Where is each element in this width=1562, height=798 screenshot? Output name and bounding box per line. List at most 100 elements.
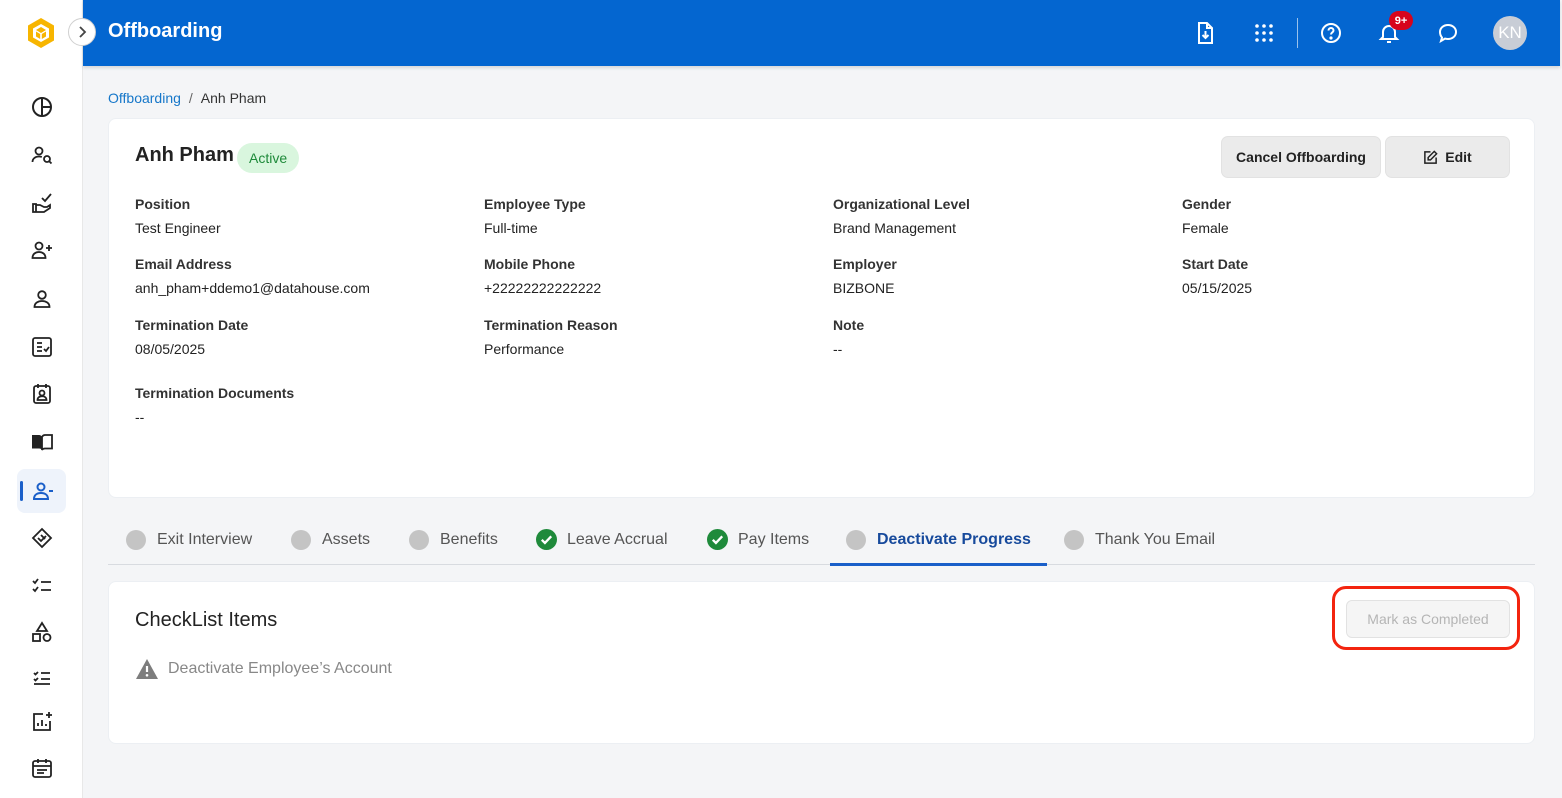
edit-button[interactable]: Edit xyxy=(1385,136,1510,178)
user-avatar[interactable]: KN xyxy=(1493,16,1527,50)
employee-info-card: Anh Pham Active Cancel Offboarding Edit … xyxy=(108,118,1535,498)
field-termination-documents: Termination Documents -- xyxy=(135,385,294,425)
breadcrumb: Offboarding / Anh Pham xyxy=(108,90,266,106)
tab-deactivate-progress[interactable]: Deactivate Progress xyxy=(830,514,1047,566)
nav-contact-card[interactable] xyxy=(17,372,66,416)
top-header: Offboarding 9+ KN xyxy=(83,0,1560,66)
pending-status-icon xyxy=(409,529,429,550)
tab-label: Exit Interview xyxy=(157,530,253,548)
field-value: Brand Management xyxy=(833,220,956,236)
field-value: Female xyxy=(1182,220,1229,236)
contact-card-icon xyxy=(32,384,51,404)
nav-checklist-doc[interactable] xyxy=(17,325,66,369)
tab-benefits[interactable]: Benefits xyxy=(409,514,498,565)
nav-user-plus[interactable] xyxy=(17,228,66,272)
field-position: Position Test Engineer xyxy=(135,196,221,236)
field-label: Gender xyxy=(1182,196,1232,212)
nav-report-add[interactable] xyxy=(17,700,66,744)
nav-hand-check[interactable] xyxy=(17,181,66,225)
chat-icon xyxy=(1438,23,1458,44)
nav-handshake[interactable] xyxy=(17,516,66,560)
field-note: Note -- xyxy=(833,317,864,357)
pending-status-icon xyxy=(291,529,311,550)
nav-calendar[interactable] xyxy=(17,746,66,790)
notification-badge: 9+ xyxy=(1389,11,1413,30)
breadcrumb-current: Anh Pham xyxy=(200,90,267,106)
field-value: 08/05/2025 xyxy=(135,341,206,357)
field-value: -- xyxy=(135,409,145,425)
pending-status-icon xyxy=(846,529,866,550)
tab-label: Pay Items xyxy=(738,530,810,548)
field-value: -- xyxy=(833,341,843,357)
user-icon xyxy=(33,290,50,308)
tab-label: Leave Accrual xyxy=(567,530,668,548)
chevron-right-icon xyxy=(79,26,87,38)
field-label: Employee Type xyxy=(484,196,586,212)
field-value: Performance xyxy=(484,341,565,357)
field-value: Test Engineer xyxy=(135,220,221,236)
checklist-icon xyxy=(31,578,51,593)
nav-user-search[interactable] xyxy=(17,133,66,177)
tab-assets[interactable]: Assets xyxy=(291,514,370,565)
nav-book[interactable] xyxy=(17,420,66,464)
nav-user[interactable] xyxy=(17,277,66,321)
edit-icon xyxy=(1424,149,1438,164)
field-label: Employer xyxy=(833,256,897,272)
nav-checklist[interactable] xyxy=(17,563,66,607)
field-termination-date: Termination Date 08/05/2025 xyxy=(135,317,248,357)
mark-as-completed-button[interactable]: Mark as Completed xyxy=(1346,600,1510,638)
tab-label: Benefits xyxy=(440,530,498,548)
nav-dashboard[interactable] xyxy=(17,85,66,129)
header-divider xyxy=(1297,18,1298,48)
status-badge: Active xyxy=(237,143,300,173)
hand-check-icon xyxy=(31,193,52,213)
handshake-icon xyxy=(31,527,52,549)
sidebar-expand-button[interactable] xyxy=(68,18,96,46)
field-label: Termination Documents xyxy=(135,385,295,401)
app-logo-icon[interactable] xyxy=(24,16,58,50)
edit-button-label: Edit xyxy=(1445,149,1472,165)
apps-grid-icon xyxy=(1255,24,1273,42)
field-label: Termination Reason xyxy=(484,317,618,333)
field-email: Email Address anh_pham+ddemo1@datahouse.… xyxy=(135,256,370,296)
field-value: 05/15/2025 xyxy=(1182,280,1253,296)
tab-leave-accrual[interactable]: Leave Accrual xyxy=(536,514,668,565)
help-button[interactable] xyxy=(1315,17,1347,49)
chat-button[interactable] xyxy=(1432,17,1464,49)
help-icon xyxy=(1321,23,1341,43)
nav-offboarding[interactable] xyxy=(17,469,66,513)
employee-name: Anh Pham xyxy=(135,144,234,166)
field-termination-reason: Termination Reason Performance xyxy=(484,317,618,357)
checklist-title: CheckList Items xyxy=(135,609,278,631)
field-employer: Employer BIZBONE xyxy=(833,256,897,296)
breadcrumb-offboarding-link[interactable]: Offboarding xyxy=(108,90,181,106)
nav-shapes[interactable] xyxy=(17,610,66,654)
apps-button[interactable] xyxy=(1248,17,1280,49)
shapes-icon xyxy=(31,621,51,642)
cancel-offboarding-button[interactable]: Cancel Offboarding xyxy=(1221,136,1381,178)
field-value: +22222222222222 xyxy=(484,280,602,296)
nav-task-list[interactable] xyxy=(17,656,66,700)
calendar-icon xyxy=(31,759,52,778)
sidebar xyxy=(0,0,83,798)
field-value: anh_pham+ddemo1@datahouse.com xyxy=(135,280,370,296)
dashboard-pie-icon xyxy=(31,97,52,117)
pending-status-icon xyxy=(126,529,146,550)
user-minus-icon xyxy=(32,482,53,500)
tab-pay-items[interactable]: Pay Items xyxy=(707,514,809,565)
check-circle-icon xyxy=(707,529,728,550)
checklist-doc-icon xyxy=(31,337,52,357)
offboarding-tabs: Exit Interview Assets Benefits Leave Acc… xyxy=(108,514,1535,566)
field-org-level: Organizational Level Brand Management xyxy=(833,196,970,236)
warning-icon xyxy=(136,659,158,679)
tab-label: Deactivate Progress xyxy=(877,530,1031,548)
tab-exit-interview[interactable]: Exit Interview xyxy=(126,514,252,565)
field-label: Position xyxy=(135,196,191,212)
field-value: Full-time xyxy=(484,220,538,236)
task-list-icon xyxy=(32,671,50,685)
tab-label: Thank You Email xyxy=(1095,530,1216,548)
field-label: Termination Date xyxy=(135,317,249,333)
download-document-button[interactable] xyxy=(1189,17,1221,49)
tab-thank-you-email[interactable]: Thank You Email xyxy=(1064,514,1215,565)
checklist-item-label: Deactivate Employee’s Account xyxy=(168,660,392,677)
